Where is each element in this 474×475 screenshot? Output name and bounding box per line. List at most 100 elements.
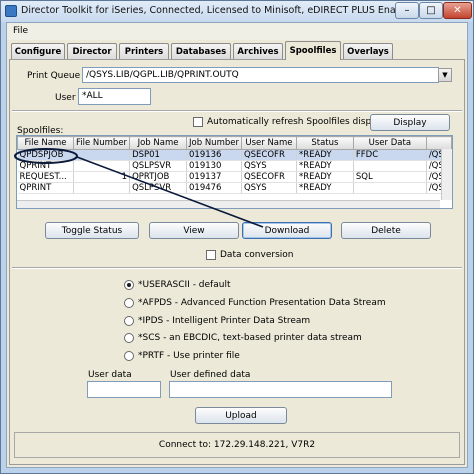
cell-file-number bbox=[73, 160, 131, 172]
table-vertical-scrollbar[interactable] bbox=[441, 149, 452, 200]
maximize-icon: □ bbox=[426, 5, 436, 16]
cell-status: *READY bbox=[296, 171, 354, 183]
format-radio-afpds[interactable] bbox=[124, 298, 134, 308]
cell-user-name: QSECOFR bbox=[241, 149, 297, 161]
minimize-icon: – bbox=[404, 5, 410, 16]
auto-refresh-label: Automatically refresh Spoolfiles display bbox=[207, 117, 385, 127]
cell-job-number: 019476 bbox=[186, 182, 242, 194]
status-bar: Connect to: 172.29.148.221, V7R2 bbox=[14, 432, 460, 458]
print-queue-label: Print Queue bbox=[27, 71, 81, 81]
minimize-button[interactable]: – bbox=[395, 2, 419, 19]
cell-job-name: DSP01 bbox=[129, 149, 188, 161]
cell-file-number bbox=[73, 182, 131, 194]
app-icon bbox=[5, 5, 17, 17]
format-radio-scs[interactable] bbox=[124, 333, 134, 343]
print-queue-dropdown-button[interactable]: ▼ bbox=[438, 68, 452, 82]
cell-file-name: QPDSPJOB bbox=[17, 149, 74, 161]
cell-job-name: QSLPSVR bbox=[129, 160, 188, 172]
table-header: File Name File Number Job Name Job Numbe… bbox=[17, 136, 452, 150]
download-button[interactable]: Download bbox=[242, 222, 332, 239]
table-row[interactable]: QPRINT QSLPSVR 019130 QSYS *READY /QSY bbox=[17, 160, 452, 172]
view-button[interactable]: View bbox=[149, 222, 239, 239]
print-queue-value: /QSYS.LIB/QGPL.LIB/QPRINT.OUTQ bbox=[86, 70, 239, 80]
cell-job-number: 019136 bbox=[186, 149, 242, 161]
column-header-status[interactable]: Status bbox=[295, 136, 354, 150]
cell-user-name: QSYS bbox=[241, 160, 297, 172]
tab-spoolfiles[interactable]: Spoolfiles bbox=[285, 41, 341, 60]
column-header-user-name[interactable]: User Name bbox=[240, 136, 297, 150]
tab-director[interactable]: Director bbox=[67, 43, 117, 59]
user-defined-data-label: User defined data bbox=[170, 370, 251, 380]
spoolfiles-grid: File Name File Number Job Name Job Numbe… bbox=[17, 136, 452, 194]
cell-file-number bbox=[73, 149, 131, 161]
format-radio-prtf[interactable] bbox=[124, 351, 134, 361]
cell-status: *READY bbox=[296, 160, 354, 172]
maximize-button[interactable]: □ bbox=[419, 2, 443, 19]
cell-file-number: 1 bbox=[73, 171, 131, 183]
column-header-file-name[interactable]: File Name bbox=[17, 136, 74, 150]
cell-user-name: QSYS bbox=[241, 182, 297, 194]
status-text: Connect to: 172.29.148.221, V7R2 bbox=[158, 440, 316, 450]
auto-refresh-checkbox[interactable] bbox=[193, 117, 203, 127]
user-value: *ALL bbox=[82, 91, 103, 101]
format-label-prtf: *PRTF - Use printer file bbox=[138, 351, 240, 361]
column-header-job-name[interactable]: Job Name bbox=[129, 136, 188, 150]
format-radio-userascii[interactable] bbox=[124, 280, 134, 290]
print-queue-combo[interactable]: /QSYS.LIB/QGPL.LIB/QPRINT.OUTQ bbox=[82, 67, 439, 83]
format-label-afpds: *AFPDS - Advanced Function Presentation … bbox=[138, 298, 386, 308]
table-row[interactable]: QPRINT QSLPSVR 019476 QSYS *READY /QSY bbox=[17, 182, 452, 194]
cell-job-name: QPRTJOB bbox=[129, 171, 188, 183]
cell-user-data bbox=[353, 160, 427, 172]
user-data-label: User data bbox=[88, 370, 132, 380]
column-header-extra[interactable] bbox=[425, 136, 452, 150]
cell-job-name: QSLPSVR bbox=[129, 182, 188, 194]
column-header-file-number[interactable]: File Number bbox=[72, 136, 131, 150]
tab-databases[interactable]: Databases bbox=[171, 43, 231, 59]
table-row[interactable]: REQUEST... 1 QPRTJOB 019137 QSECOFR *REA… bbox=[17, 171, 452, 183]
close-icon: ✕ bbox=[453, 5, 462, 16]
column-header-job-number[interactable]: Job Number bbox=[186, 136, 242, 150]
menu-bar: File bbox=[7, 23, 467, 40]
table-horizontal-scrollbar[interactable] bbox=[17, 200, 440, 208]
upload-button[interactable]: Upload bbox=[195, 407, 287, 424]
display-button[interactable]: Display bbox=[370, 114, 450, 131]
cell-file-name: QPRINT bbox=[17, 182, 74, 194]
delete-button[interactable]: Delete bbox=[341, 222, 431, 239]
user-defined-data-field[interactable] bbox=[169, 381, 392, 398]
tab-overlays[interactable]: Overlays bbox=[343, 43, 393, 59]
divider bbox=[12, 267, 462, 269]
format-label-ipds: *IPDS - Intelligent Printer Data Stream bbox=[138, 316, 311, 326]
tab-configure[interactable]: Configure bbox=[11, 43, 65, 59]
client-area: File Configure Director Printers Databas… bbox=[6, 22, 468, 468]
format-radio-ipds[interactable] bbox=[124, 316, 134, 326]
cell-user-name: QSECOFR bbox=[241, 171, 297, 183]
user-label: User bbox=[55, 93, 76, 103]
title-bar[interactable]: Director Toolkit for iSeries, Connected,… bbox=[1, 1, 473, 22]
tab-archives[interactable]: Archives bbox=[233, 43, 283, 59]
cell-job-number: 019137 bbox=[186, 171, 242, 183]
format-label-scs: *SCS - an EBCDIC, text-based printer dat… bbox=[138, 333, 362, 343]
tab-printers[interactable]: Printers bbox=[119, 43, 169, 59]
spoolfiles-table: File Name File Number Job Name Job Numbe… bbox=[16, 135, 453, 209]
cell-status: *READY bbox=[296, 182, 354, 194]
divider bbox=[12, 110, 462, 112]
cell-file-name: QPRINT bbox=[17, 160, 74, 172]
cell-user-data: SQL bbox=[353, 171, 427, 183]
format-label-userascii: *USERASCII - default bbox=[138, 280, 231, 290]
chevron-down-icon: ▼ bbox=[442, 71, 448, 79]
cell-user-data bbox=[353, 182, 427, 194]
menu-file[interactable]: File bbox=[13, 26, 28, 36]
column-header-user-data[interactable]: User Data bbox=[352, 136, 427, 150]
user-field[interactable]: *ALL bbox=[78, 88, 151, 105]
cell-file-name: REQUEST... bbox=[17, 171, 74, 183]
user-data-field[interactable] bbox=[87, 381, 161, 398]
close-button[interactable]: ✕ bbox=[443, 2, 472, 19]
spoolfiles-panel: Print Queue /QSYS.LIB/QGPL.LIB/QPRINT.OU… bbox=[9, 59, 465, 465]
data-conversion-checkbox[interactable] bbox=[206, 250, 216, 260]
cell-status: *READY bbox=[296, 149, 354, 161]
cell-job-number: 019130 bbox=[186, 160, 242, 172]
table-row[interactable]: QPDSPJOB DSP01 019136 QSECOFR *READY FFD… bbox=[17, 149, 452, 161]
cell-user-data: FFDC bbox=[353, 149, 427, 161]
toggle-status-button[interactable]: Toggle Status bbox=[45, 222, 139, 239]
window-title: Director Toolkit for iSeries, Connected,… bbox=[21, 5, 417, 16]
